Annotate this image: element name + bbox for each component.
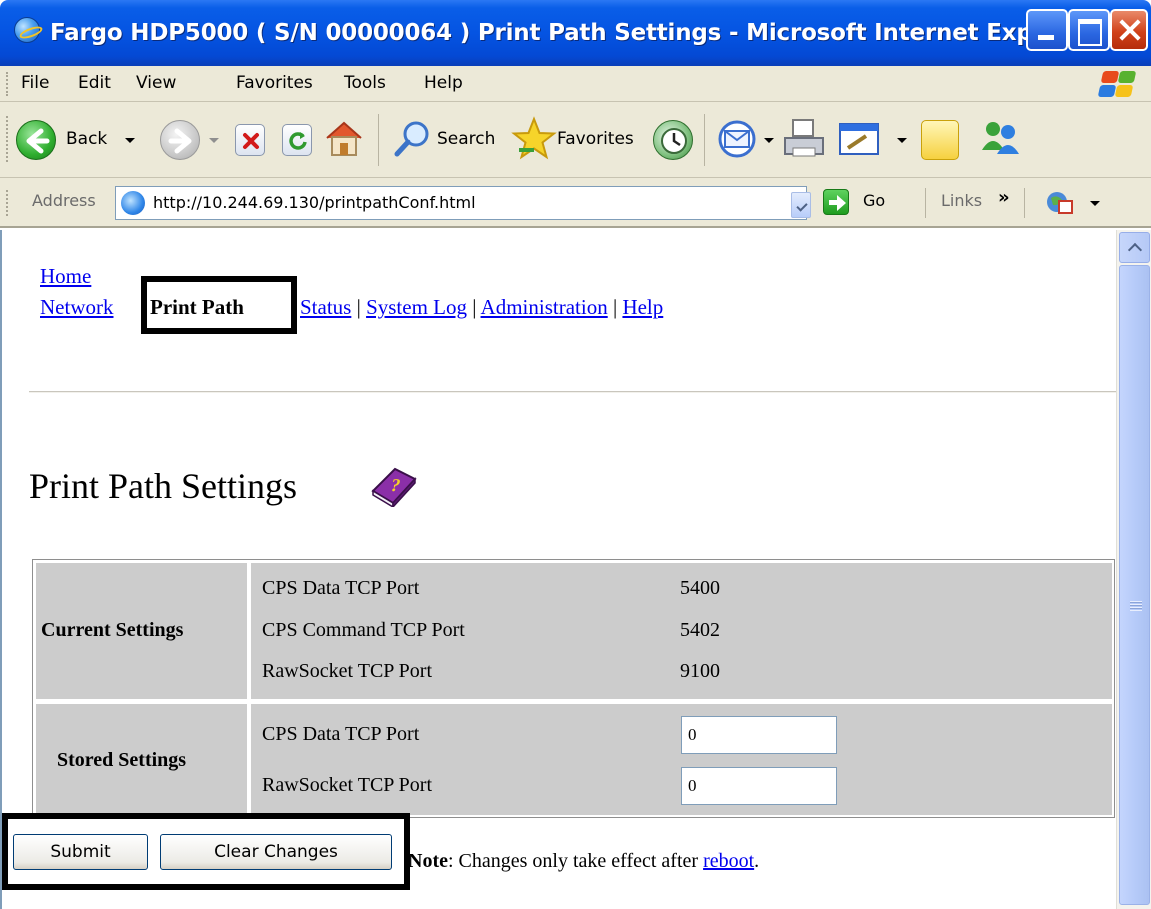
scroll-up-arrow-icon[interactable] [1119, 232, 1150, 263]
stored-rawsocket-input[interactable] [681, 767, 837, 805]
go-arrow-icon[interactable] [823, 189, 849, 215]
mail-dropdown-icon[interactable] [764, 138, 774, 143]
current-cps-command-label: CPS Command TCP Port [262, 619, 465, 641]
menu-bar: File Edit View Favorites Tools Help [0, 66, 1151, 102]
menu-edit[interactable]: Edit [78, 73, 111, 93]
address-label: Address [32, 191, 96, 210]
page-icon [121, 191, 145, 215]
nav-help-link[interactable]: Help [622, 295, 663, 319]
nav-separator: | [472, 295, 477, 319]
notes-icon[interactable] [921, 120, 959, 160]
toolbar-grip [6, 116, 9, 162]
current-cps-data-value: 5400 [680, 577, 720, 599]
current-rawsocket-value: 9100 [680, 660, 720, 682]
note-prefix: Note [408, 850, 448, 872]
home-icon[interactable] [323, 118, 365, 160]
current-rawsocket-label: RawSocket TCP Port [262, 660, 433, 682]
nav-network-link[interactable]: Network [40, 295, 113, 320]
links-chevron-icon[interactable]: » [998, 187, 1010, 208]
back-dropdown-icon[interactable] [125, 138, 135, 143]
page-title: Print Path Settings [29, 466, 298, 506]
window-title: Fargo HDP5000 ( S/N 00000064 ) Print Pat… [50, 20, 1094, 46]
horizontal-rule [29, 391, 1117, 393]
go-label[interactable]: Go [863, 191, 885, 210]
standard-toolbar: Back Search Favorites [0, 102, 1151, 178]
messenger-icon[interactable] [976, 116, 1024, 162]
menu-help[interactable]: Help [424, 73, 463, 93]
vertical-scrollbar[interactable] [1116, 230, 1151, 909]
stored-cps-data-label: CPS Data TCP Port [262, 723, 420, 745]
search-label[interactable]: Search [437, 129, 495, 149]
settings-table: Current Settings CPS Data TCP Port 5400 … [32, 559, 1115, 818]
submit-button[interactable]: Submit [13, 834, 148, 870]
edit-dropdown-icon[interactable] [897, 138, 907, 143]
address-bar: Address http://10.244.69.130/printpathCo… [0, 178, 1151, 228]
address-input[interactable]: http://10.244.69.130/printpathConf.html [115, 186, 807, 220]
address-grip [6, 190, 9, 216]
clear-changes-button[interactable]: Clear Changes [160, 834, 392, 870]
search-icon[interactable] [392, 118, 434, 160]
print-icon[interactable] [781, 116, 827, 162]
forward-arrow-icon[interactable] [160, 120, 200, 160]
close-button[interactable] [1110, 9, 1148, 51]
translate-dropdown-icon[interactable] [1090, 201, 1100, 206]
favorites-label[interactable]: Favorites [557, 129, 634, 149]
nav-home-link[interactable]: Home [40, 264, 91, 289]
nav-secondary-links: Status | System Log | Administration | H… [300, 295, 663, 320]
maximize-button[interactable] [1068, 9, 1110, 51]
address-separator [925, 188, 926, 218]
favorites-star-icon[interactable] [511, 116, 557, 162]
mail-icon[interactable] [715, 118, 759, 160]
toolbar-separator-2 [704, 114, 705, 166]
ie-app-icon [14, 17, 40, 43]
current-settings-heading: Current Settings [41, 619, 184, 641]
toolbar-separator [378, 114, 379, 166]
address-separator-2 [1024, 188, 1025, 218]
menu-tools[interactable]: Tools [344, 73, 386, 93]
page-content: Home Network Print Path Status | System … [0, 230, 1117, 909]
windows-logo-icon [1096, 69, 1137, 99]
nav-separator: | [356, 295, 361, 319]
menu-favorites[interactable]: Favorites [236, 73, 313, 93]
forward-dropdown-icon[interactable] [209, 138, 219, 143]
reboot-link[interactable]: reboot [703, 850, 754, 872]
help-book-icon[interactable]: ? [369, 465, 417, 509]
stored-settings-heading: Stored Settings [57, 749, 187, 771]
minimize-button[interactable] [1026, 9, 1068, 51]
note-suffix: . [754, 850, 760, 872]
address-url[interactable]: http://10.244.69.130/printpathConf.html [153, 193, 476, 212]
reboot-note: Note: Changes only take effect after reb… [408, 850, 759, 873]
nav-administration-link[interactable]: Administration [481, 295, 608, 319]
stop-icon[interactable] [235, 124, 265, 156]
nav-separator: | [612, 295, 618, 319]
links-label[interactable]: Links [941, 191, 982, 210]
back-arrow-icon[interactable] [16, 120, 56, 160]
nav-print-path-current: Print Path [150, 295, 244, 319]
stored-rawsocket-label: RawSocket TCP Port [262, 774, 433, 796]
refresh-icon[interactable] [282, 124, 312, 156]
note-text: : Changes only take effect after [447, 850, 704, 872]
current-cps-data-label: CPS Data TCP Port [262, 577, 420, 599]
menu-grip [6, 72, 9, 96]
stored-cps-data-input[interactable] [681, 716, 837, 754]
history-icon[interactable] [653, 120, 693, 160]
scrollbar-thumb[interactable] [1119, 265, 1150, 905]
edit-icon[interactable] [836, 118, 882, 160]
back-label[interactable]: Back [66, 129, 107, 149]
scrollbar-grip [1130, 601, 1142, 611]
menu-file[interactable]: File [21, 73, 49, 93]
current-cps-command-value: 5402 [680, 619, 720, 641]
title-bar: Fargo HDP5000 ( S/N 00000064 ) Print Pat… [0, 0, 1151, 66]
nav-system-log-link[interactable]: System Log [366, 295, 467, 319]
address-dropdown-icon[interactable] [791, 192, 811, 218]
translate-icon[interactable] [1045, 189, 1075, 217]
menu-view[interactable]: View [136, 73, 176, 93]
nav-status-link[interactable]: Status [300, 295, 351, 319]
